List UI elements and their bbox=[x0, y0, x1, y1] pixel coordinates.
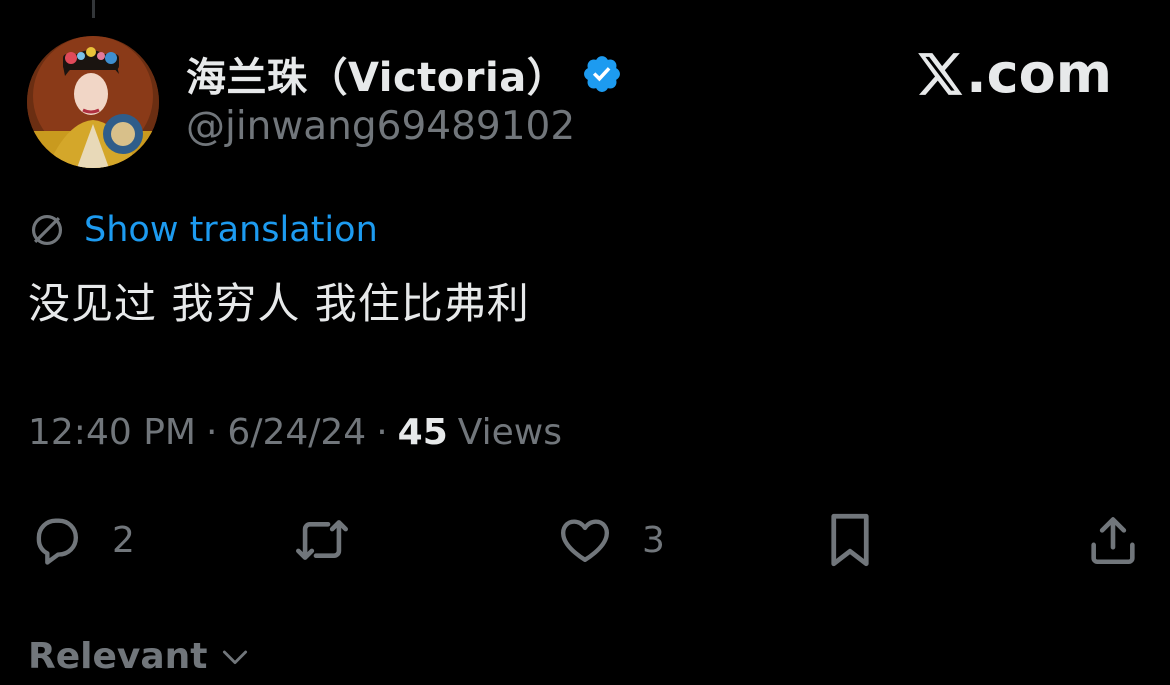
globe-icon bbox=[31, 214, 63, 246]
bookmark-icon bbox=[831, 513, 869, 567]
show-translation-link[interactable]: Show translation bbox=[84, 210, 378, 250]
heart-icon bbox=[561, 519, 609, 562]
tweet-text: 没见过 我穷人 我住比弗利 bbox=[28, 279, 530, 328]
author-name-row[interactable]: 海兰珠（Victoria） bbox=[186, 46, 623, 102]
tweet-time[interactable]: 12:40 PM bbox=[28, 412, 196, 453]
show-translation-row[interactable]: Show translation bbox=[28, 206, 378, 254]
like-count: 3 bbox=[642, 519, 665, 561]
thread-connector-line bbox=[92, 0, 95, 18]
author-handle[interactable]: @jinwang69489102 bbox=[186, 104, 575, 149]
reply-count: 2 bbox=[112, 519, 135, 561]
avatar-image bbox=[27, 36, 159, 168]
reply-button[interactable]: 2 bbox=[28, 505, 135, 575]
chevron-down-icon bbox=[222, 650, 247, 664]
brand-domain-label: .com bbox=[966, 42, 1112, 105]
reply-sort-label: Relevant bbox=[28, 636, 208, 677]
reply-icon bbox=[36, 518, 79, 565]
share-icon bbox=[1091, 517, 1135, 565]
views-label[interactable]: Views bbox=[458, 412, 562, 453]
repost-button[interactable] bbox=[290, 505, 354, 575]
meta-separator: · bbox=[205, 412, 218, 453]
x-logo-icon bbox=[918, 52, 963, 95]
meta-separator: · bbox=[376, 412, 388, 453]
tweet-date[interactable]: 6/24/24 bbox=[227, 412, 366, 453]
reply-sort-dropdown[interactable]: Relevant bbox=[28, 636, 252, 677]
views-count[interactable]: 45 bbox=[398, 412, 448, 453]
verified-badge-icon[interactable] bbox=[581, 53, 623, 95]
tweet-metadata: 12:40 PM · 6/24/24 · 45 Views bbox=[28, 412, 562, 453]
bookmark-button[interactable] bbox=[824, 505, 876, 575]
avatar[interactable] bbox=[27, 36, 159, 168]
brand-watermark: .com bbox=[914, 42, 1112, 105]
author-display-name[interactable]: 海兰珠（Victoria） bbox=[186, 45, 567, 103]
share-button[interactable] bbox=[1084, 505, 1142, 575]
repost-icon bbox=[296, 520, 348, 560]
like-button[interactable]: 3 bbox=[556, 505, 665, 575]
tweet-actions-bar: 2 3 bbox=[0, 505, 1170, 575]
